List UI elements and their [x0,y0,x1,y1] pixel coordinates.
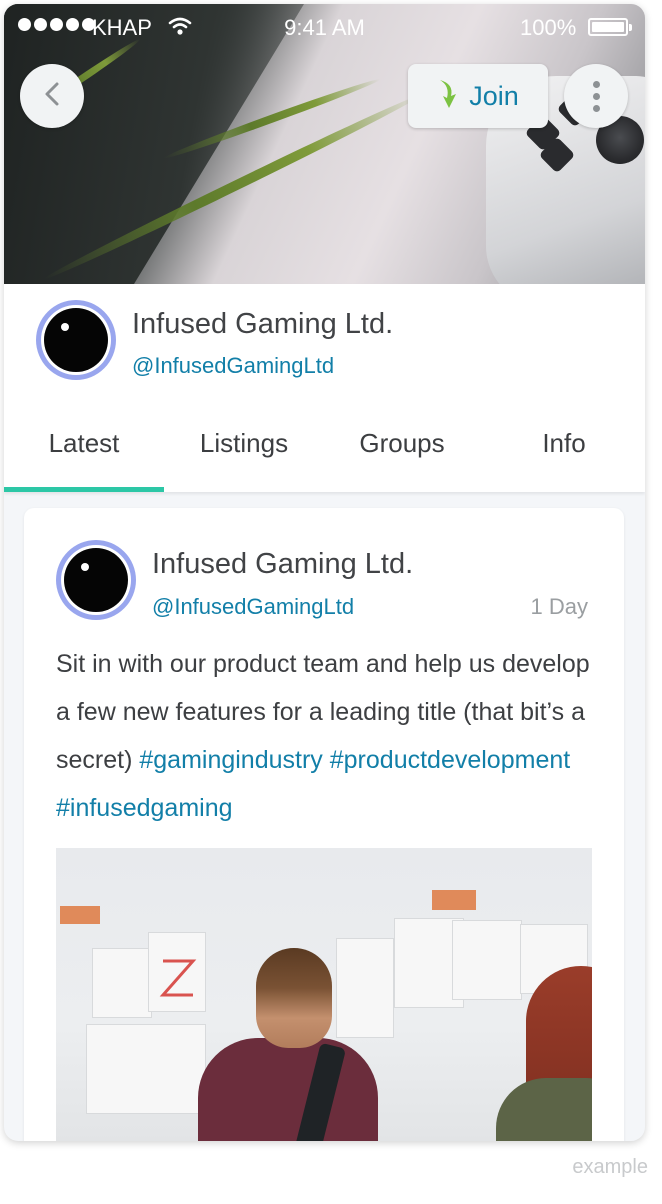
person-man [256,948,332,1048]
wall-paper [148,932,206,1012]
post-author: Infused Gaming Ltd. [152,548,414,580]
profile-handle[interactable]: @InfusedGamingLtd [132,353,334,379]
person-woman-body [496,1078,592,1141]
post-image[interactable] [56,848,592,1141]
post-time: 1 Day [530,594,588,619]
wall-paper [86,1024,206,1114]
avatar[interactable] [36,300,116,380]
wall-paper [92,948,152,1018]
wall-paper [336,938,394,1038]
post-avatar[interactable] [56,540,136,620]
watermark-label: example [572,1156,648,1178]
active-tab-indicator [4,487,164,492]
person-man-body [198,1038,378,1141]
sticky-note [432,890,476,910]
tab-listings[interactable]: Listings [164,414,324,492]
status-bar: KHAP 9:41 AM 100% [4,4,645,48]
post-card: Infused Gaming Ltd. @InfusedGamingLtd 1 … [24,508,624,1141]
sticky-note [60,906,100,924]
phone-screen: KHAP 9:41 AM 100% Join Infused Gaming Lt… [4,4,645,1141]
post-handle[interactable]: @InfusedGamingLtd [152,594,354,620]
wall-paper [452,920,522,1000]
more-options-button[interactable] [564,64,628,128]
profile-header: Infused Gaming Ltd. @InfusedGamingLtd La… [4,284,645,492]
join-button[interactable]: Join [408,64,548,128]
battery-percent: 100% [520,15,577,40]
hashtag-link[interactable]: #productdevelopment [330,746,570,774]
tab-latest[interactable]: Latest [4,414,164,492]
join-arrow-icon [437,78,459,115]
tab-bar: Latest Listings Groups Info [4,414,645,492]
hashtag-link[interactable]: #infusedgaming [56,794,233,822]
join-label: Join [469,80,519,111]
chevron-left-icon [43,81,61,112]
hashtag-link[interactable]: #gamingindustry [139,746,322,774]
tab-groups[interactable]: Groups [322,414,482,492]
battery-icon [588,18,632,36]
profile-name: Infused Gaming Ltd. [132,308,394,340]
more-vertical-icon [592,80,600,88]
back-button[interactable] [20,64,84,128]
tab-info[interactable]: Info [484,414,644,492]
post-text: Sit in with our product team and help us… [56,640,596,832]
